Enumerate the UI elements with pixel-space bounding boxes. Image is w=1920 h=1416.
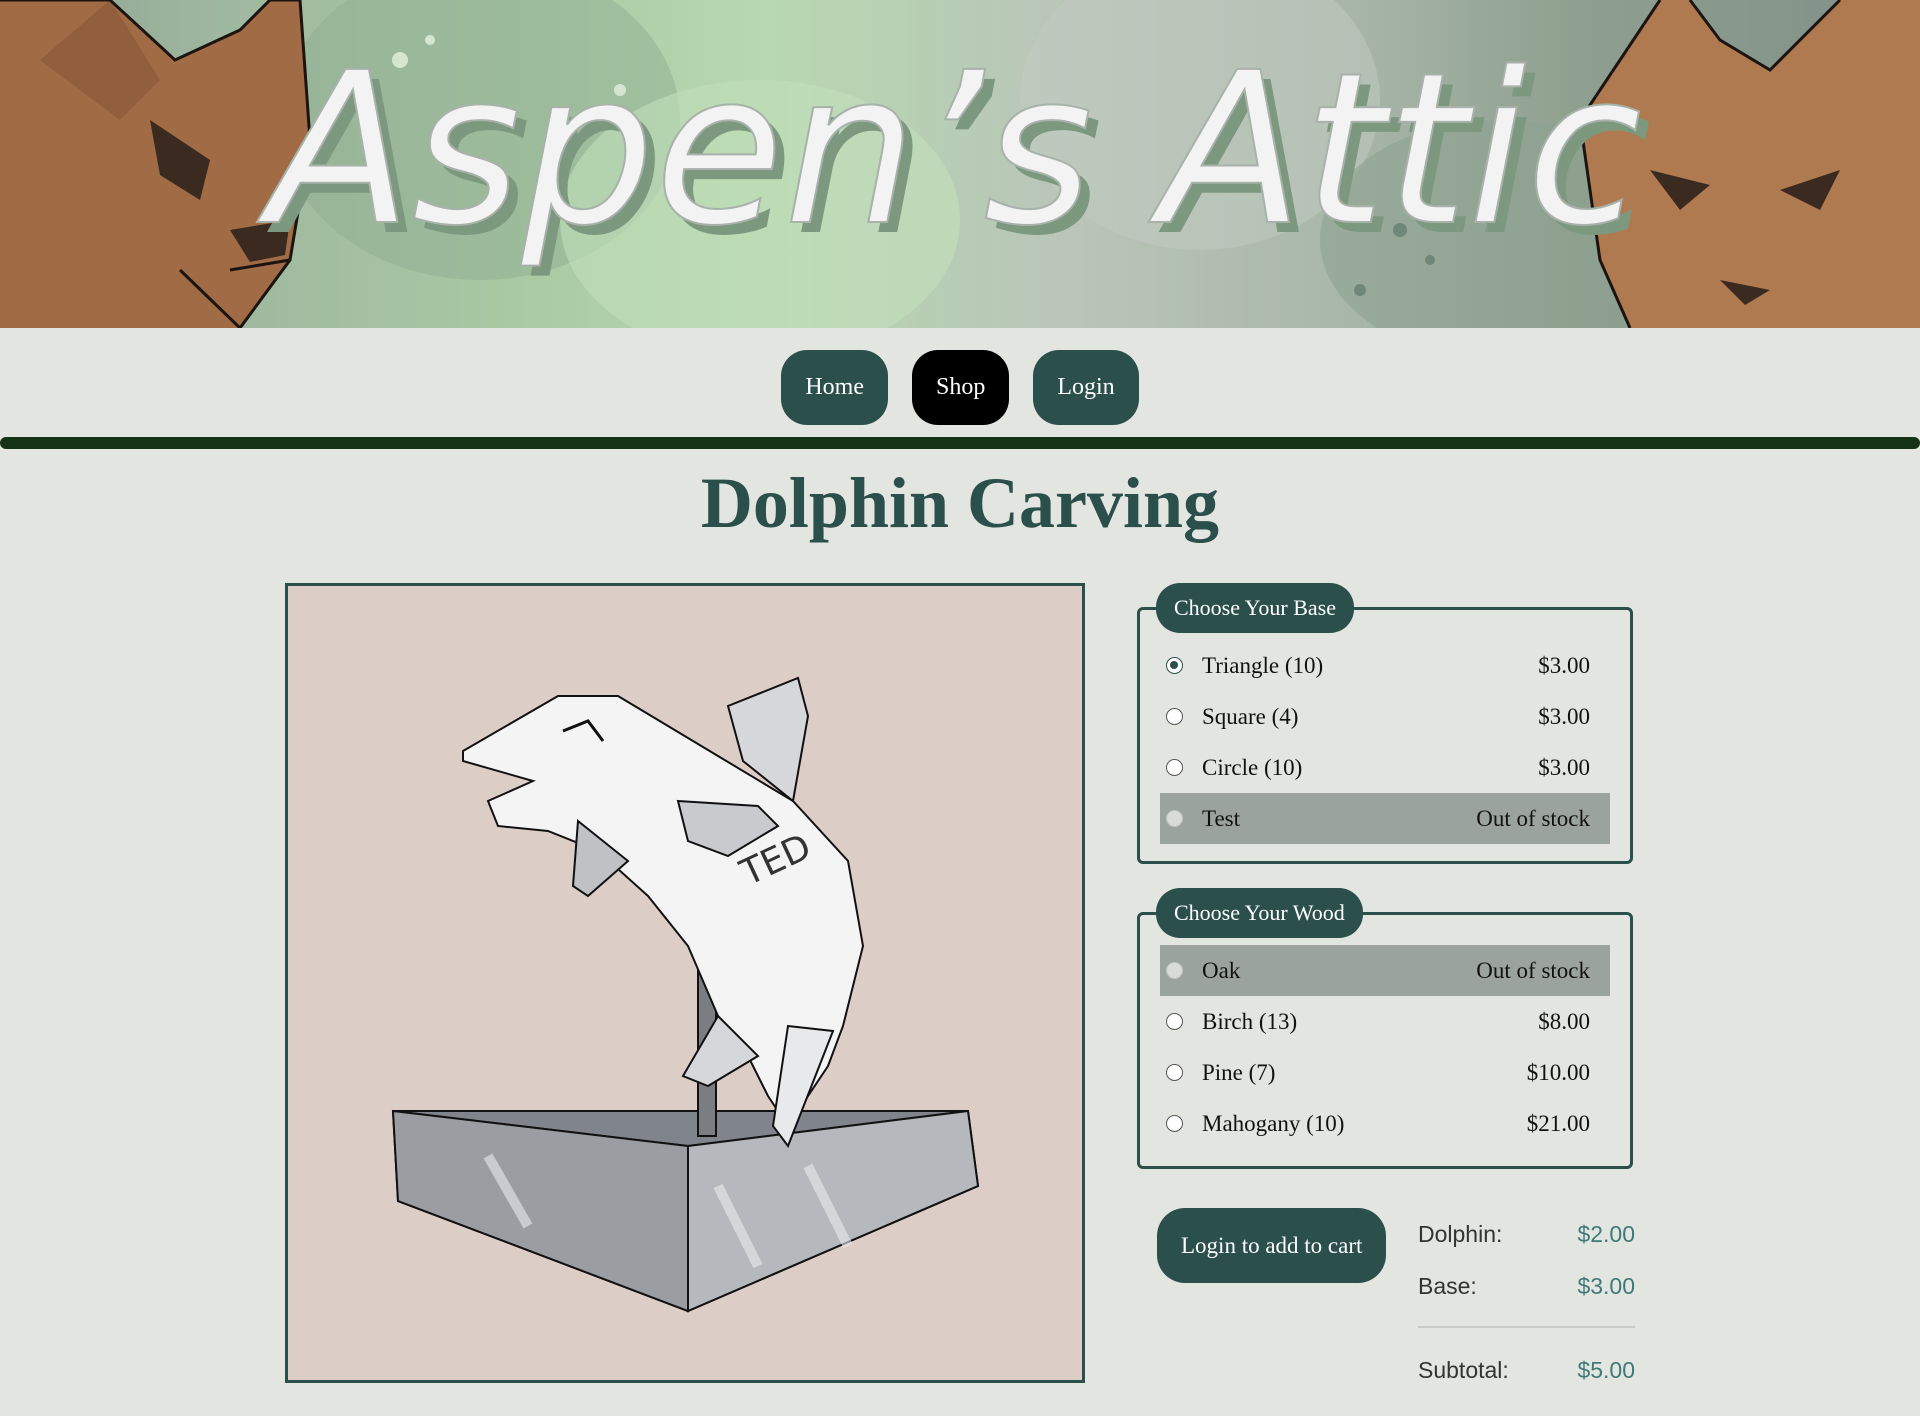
summary-label: Subtotal: [1418, 1356, 1509, 1383]
radio-pine[interactable] [1166, 1064, 1183, 1081]
dolphin-carving-illustration: TED [391, 676, 980, 1313]
option-price: $21.00 [1526, 1110, 1590, 1136]
option-label: Mahogany (10) [1202, 1110, 1345, 1136]
base-option-square[interactable]: Square (4) $3.00 [1160, 691, 1610, 742]
option-price: $3.00 [1538, 703, 1590, 729]
nav-shop-button[interactable]: Shop [911, 350, 1010, 425]
main-nav: Home Shop Login [0, 350, 1920, 425]
wood-group-legend: Choose Your Wood [1156, 888, 1363, 938]
radio-circle[interactable] [1166, 759, 1183, 776]
wood-options-group: Choose Your Wood Oak Out of stock Birch … [1137, 888, 1633, 1169]
wood-option-pine[interactable]: Pine (7) $10.00 [1160, 1047, 1610, 1098]
option-label: Pine (7) [1202, 1059, 1276, 1085]
radio-oak-disabled [1166, 962, 1183, 979]
header-divider [0, 437, 1920, 449]
summary-value: $2.00 [1577, 1220, 1635, 1247]
product-image: TED [285, 583, 1085, 1383]
banner-title-graphic: Aspen’s Attic Aspen’s Attic [255, 26, 1652, 282]
radio-birch[interactable] [1166, 1013, 1183, 1030]
login-to-add-to-cart-button[interactable]: Login to add to cart [1157, 1208, 1387, 1283]
summary-value: $5.00 [1577, 1356, 1635, 1383]
option-label: Square (4) [1202, 703, 1299, 729]
nav-home-button[interactable]: Home [781, 350, 888, 425]
option-label: Circle (10) [1202, 754, 1303, 780]
summary-value: $3.00 [1577, 1272, 1635, 1299]
option-label: Test [1202, 805, 1240, 831]
base-option-test: Test Out of stock [1160, 793, 1610, 844]
option-stock-status: Out of stock [1476, 957, 1590, 983]
summary-row-subtotal: Subtotal: $5.00 [1418, 1344, 1635, 1396]
page-title: Dolphin Carving [700, 463, 1220, 543]
summary-label: Dolphin: [1418, 1220, 1503, 1247]
radio-test-disabled [1166, 810, 1183, 827]
wood-option-birch[interactable]: Birch (13) $8.00 [1160, 996, 1610, 1047]
summary-row-base: Base: $3.00 [1418, 1260, 1635, 1312]
base-option-circle[interactable]: Circle (10) $3.00 [1160, 742, 1610, 793]
summary-row-dolphin: Dolphin: $2.00 [1418, 1208, 1635, 1260]
option-label: Triangle (10) [1202, 652, 1324, 678]
option-label: Oak [1202, 957, 1241, 983]
nav-login-button[interactable]: Login [1033, 350, 1139, 425]
radio-triangle[interactable] [1166, 657, 1183, 674]
option-price: $3.00 [1538, 652, 1590, 678]
wood-option-oak: Oak Out of stock [1160, 945, 1610, 996]
base-option-triangle[interactable]: Triangle (10) $3.00 [1160, 640, 1610, 691]
summary-label: Base: [1418, 1272, 1477, 1299]
option-price: $10.00 [1526, 1059, 1590, 1085]
base-group-legend: Choose Your Base [1156, 583, 1354, 633]
option-label: Birch (13) [1202, 1008, 1298, 1034]
site-title: Aspen’s Attic [256, 27, 1642, 272]
option-stock-status: Out of stock [1476, 805, 1590, 831]
radio-square[interactable] [1166, 708, 1183, 725]
option-price: $3.00 [1538, 754, 1590, 780]
wood-option-mahogany[interactable]: Mahogany (10) $21.00 [1160, 1098, 1610, 1149]
option-price: $8.00 [1538, 1008, 1590, 1034]
base-options-group: Choose Your Base Triangle (10) $3.00 Squ… [1137, 583, 1633, 864]
radio-mahogany[interactable] [1166, 1115, 1183, 1132]
summary-divider [1418, 1326, 1635, 1328]
header-banner: Aspen’s Attic Aspen’s Attic [0, 0, 1920, 328]
price-summary: Dolphin: $2.00 Base: $3.00 Subtotal: $5.… [1418, 1208, 1635, 1396]
